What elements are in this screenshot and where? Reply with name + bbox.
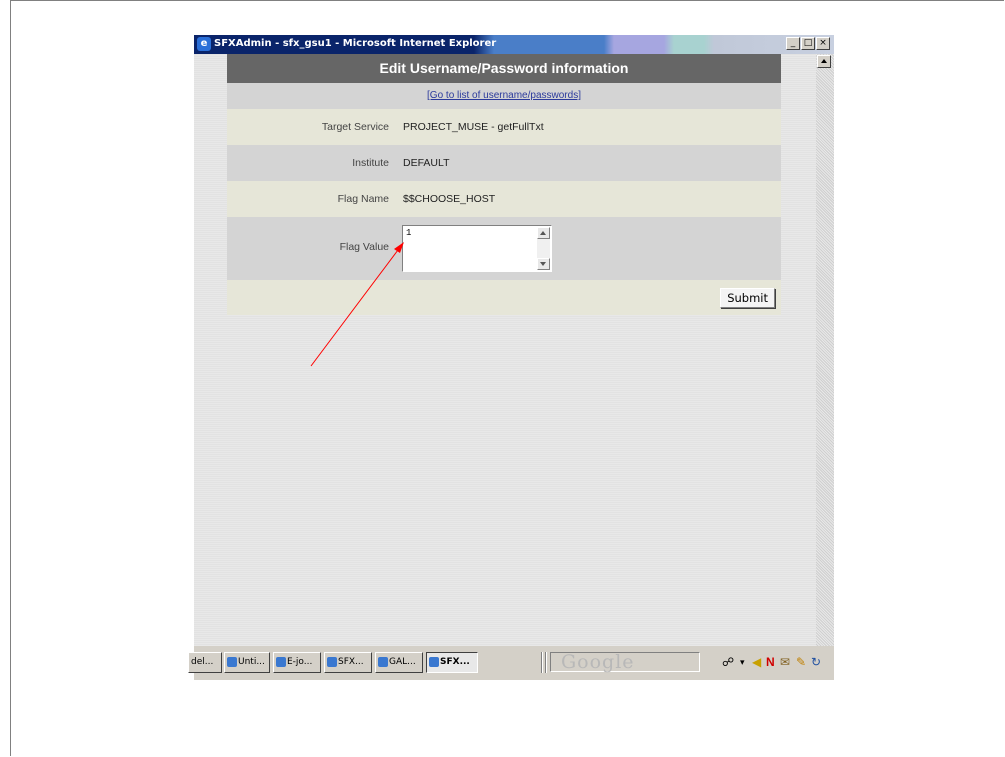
ie-icon	[327, 656, 337, 667]
n-icon[interactable]: N	[766, 654, 775, 670]
flag-value-label: Flag Value	[339, 241, 389, 253]
taskbar: del... Unti... E-jo... SFX... GAL... SFX…	[188, 646, 834, 680]
page-scrollbar[interactable]	[816, 54, 834, 646]
textarea-scrollbar[interactable]	[537, 227, 550, 270]
field-row-target-service: Target Service PROJECT_MUSE - getFullTxt	[227, 109, 781, 145]
document-icon	[227, 656, 237, 667]
google-logo: Google	[561, 651, 635, 673]
taskbar-item-active[interactable]: SFX...	[426, 652, 478, 673]
back-link-row: [Go to list of username/passwords]	[227, 83, 781, 109]
mail-icon[interactable]: ✉	[780, 654, 790, 670]
window-title: SFXAdmin - sfx_gsu1 - Microsoft Internet…	[214, 38, 497, 49]
ie-window: e SFXAdmin - sfx_gsu1 - Microsoft Intern…	[188, 35, 834, 680]
page-scroll-up-icon[interactable]	[817, 55, 831, 68]
taskbar-item[interactable]: E-jo...	[273, 652, 321, 673]
submit-row: Submit	[227, 280, 781, 315]
edit-form: Edit Username/Password information [Go t…	[227, 54, 781, 315]
scroll-up-arrow-icon[interactable]	[537, 227, 550, 239]
ie-icon	[429, 656, 439, 667]
minimize-button[interactable]: _	[786, 37, 800, 50]
taskbar-item[interactable]: del...	[188, 652, 222, 673]
form-header: Edit Username/Password information	[227, 54, 781, 83]
flag-name-value: $$CHOOSE_HOST	[403, 193, 496, 205]
field-row-flag-name: Flag Name $$CHOOSE_HOST	[227, 181, 781, 217]
taskbar-item[interactable]: SFX...	[324, 652, 372, 673]
scroll-down-arrow-icon[interactable]	[537, 258, 550, 270]
taskbar-item[interactable]: GAL...	[375, 652, 423, 673]
field-row-flag-value: Flag Value 1	[227, 217, 781, 280]
back-to-list-link[interactable]: [Go to list of username/passwords]	[427, 90, 581, 101]
speaker-icon[interactable]: ◀	[752, 654, 761, 670]
institute-value: DEFAULT	[403, 157, 450, 169]
page-viewport: Edit Username/Password information [Go t…	[194, 54, 816, 646]
taskbar-item[interactable]: Unti...	[224, 652, 270, 673]
ie-icon	[378, 656, 388, 667]
ie-logo-icon: e	[197, 37, 211, 51]
taskbar-separator	[541, 652, 543, 673]
binoculars-icon[interactable]: ☍	[722, 654, 734, 670]
titlebar[interactable]: e SFXAdmin - sfx_gsu1 - Microsoft Intern…	[194, 35, 834, 54]
pencil-icon[interactable]: ✎	[796, 654, 806, 670]
undo-icon[interactable]: ↻	[811, 654, 821, 670]
close-button[interactable]: ×	[816, 37, 830, 50]
field-row-institute: Institute DEFAULT	[227, 145, 781, 181]
google-toolbar[interactable]: Google	[550, 651, 700, 673]
institute-label: Institute	[352, 157, 389, 169]
flag-name-label: Flag Name	[337, 193, 389, 205]
flag-value-text: 1	[406, 228, 412, 238]
target-service-label: Target Service	[321, 121, 389, 133]
ie-icon	[276, 656, 286, 667]
maximize-button[interactable]: □	[801, 37, 815, 50]
dropdown-icon[interactable]: ▾	[740, 654, 745, 670]
flag-value-textarea[interactable]: 1	[402, 225, 552, 272]
taskbar-separator	[545, 652, 547, 673]
target-service-value: PROJECT_MUSE - getFullTxt	[403, 121, 544, 133]
window-controls: _ □ ×	[786, 37, 830, 50]
submit-button[interactable]: Submit	[720, 288, 775, 308]
